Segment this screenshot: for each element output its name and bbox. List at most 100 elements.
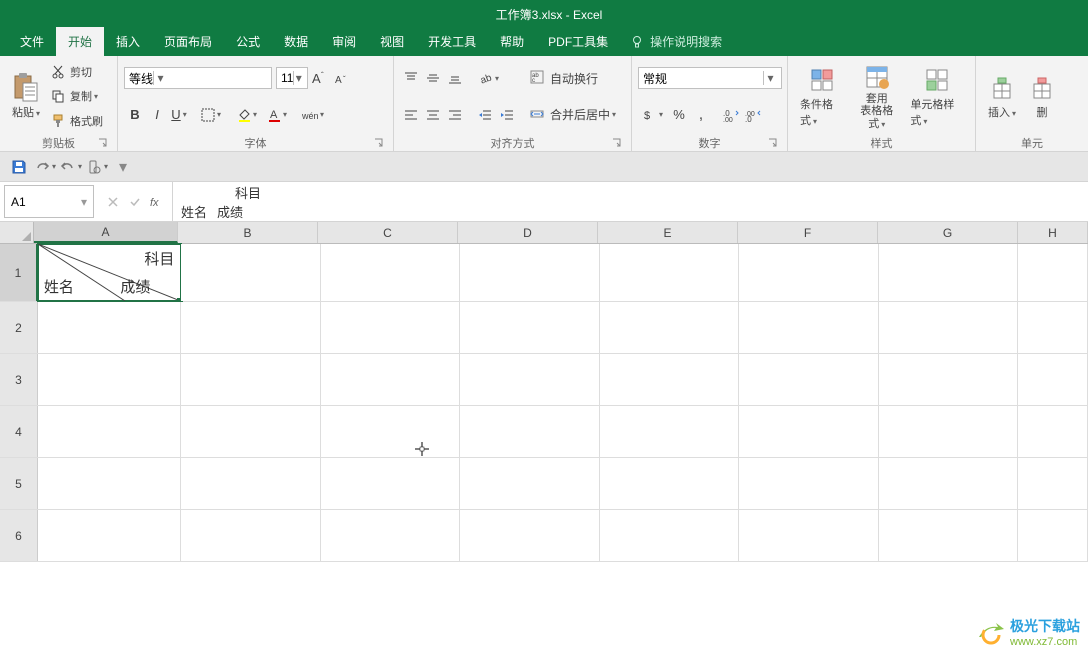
underline-button[interactable]: U▾ (168, 104, 190, 126)
cell-H3[interactable] (1018, 354, 1088, 405)
tab-file[interactable]: 文件 (8, 27, 56, 56)
align-middle-button[interactable] (422, 67, 444, 89)
copy-button[interactable]: 复制▾ (46, 85, 107, 107)
cell-D2[interactable] (460, 302, 599, 353)
cell-A2[interactable] (38, 302, 181, 353)
cell-G4[interactable] (879, 406, 1018, 457)
border-button[interactable]: ▾ (196, 104, 226, 126)
cell-F5[interactable] (739, 458, 878, 509)
number-format-combo[interactable]: 常规▾ (638, 67, 782, 89)
cell-F6[interactable] (739, 510, 878, 561)
tab-view[interactable]: 视图 (368, 27, 416, 56)
cell-G2[interactable] (879, 302, 1018, 353)
fill-color-button[interactable]: ▾ (232, 104, 262, 126)
touch-mode-button[interactable]: ▾ (84, 156, 110, 178)
cell-D1[interactable] (460, 244, 599, 301)
dialog-launcher-icon[interactable] (373, 137, 385, 149)
accounting-format-button[interactable]: $▾ (638, 104, 668, 126)
qat-customize-button[interactable]: ▾ (110, 156, 136, 178)
conditional-format-button[interactable]: 条件格式▾ (794, 60, 849, 133)
cell-E2[interactable] (600, 302, 739, 353)
dialog-launcher-icon[interactable] (767, 137, 779, 149)
column-header-A[interactable]: A (34, 222, 178, 243)
column-header-D[interactable]: D (458, 222, 598, 243)
cell-B5[interactable] (181, 458, 320, 509)
select-all-corner[interactable] (0, 222, 34, 243)
decrease-font-button[interactable]: Aˇ (330, 67, 352, 89)
decrease-indent-button[interactable] (474, 104, 496, 126)
cell-F3[interactable] (739, 354, 878, 405)
column-header-H[interactable]: H (1018, 222, 1088, 243)
paste-button[interactable]: 粘贴▾ (6, 60, 46, 133)
cell-E5[interactable] (600, 458, 739, 509)
phonetic-button[interactable]: wén▾ (298, 104, 328, 126)
cell-D4[interactable] (460, 406, 599, 457)
tell-me-search[interactable]: 操作说明搜索 (620, 27, 732, 56)
cell-F4[interactable] (739, 406, 878, 457)
align-left-button[interactable] (400, 104, 422, 126)
column-header-B[interactable]: B (178, 222, 318, 243)
cell-E4[interactable] (600, 406, 739, 457)
cell-A1[interactable]: 科目姓名成绩 (38, 244, 181, 301)
row-header-2[interactable]: 2 (0, 302, 38, 353)
cell-D3[interactable] (460, 354, 599, 405)
cell-E1[interactable] (600, 244, 739, 301)
increase-indent-button[interactable] (496, 104, 518, 126)
cell-D5[interactable] (460, 458, 599, 509)
cell-A4[interactable] (38, 406, 181, 457)
orientation-button[interactable]: ab▾ (474, 67, 504, 89)
cell-H4[interactable] (1018, 406, 1088, 457)
dialog-launcher-icon[interactable] (97, 137, 109, 149)
insert-cells-button[interactable]: 插入▾ (982, 60, 1022, 133)
row-header-5[interactable]: 5 (0, 458, 38, 509)
format-painter-button[interactable]: 格式刷 (46, 110, 107, 132)
tab-formulas[interactable]: 公式 (224, 27, 272, 56)
cell-G3[interactable] (879, 354, 1018, 405)
cell-B4[interactable] (181, 406, 320, 457)
cell-C2[interactable] (321, 302, 460, 353)
cell-D6[interactable] (460, 510, 599, 561)
cell-A3[interactable] (38, 354, 181, 405)
tab-help[interactable]: 帮助 (488, 27, 536, 56)
insert-function-button[interactable]: fx (146, 191, 168, 213)
decrease-decimal-button[interactable]: .00.0 (742, 104, 764, 126)
percent-button[interactable]: % (668, 104, 690, 126)
save-button[interactable] (6, 156, 32, 178)
cell-A6[interactable] (38, 510, 181, 561)
row-header-4[interactable]: 4 (0, 406, 38, 457)
cell-E6[interactable] (600, 510, 739, 561)
font-name-combo[interactable]: 等线▾ (124, 67, 272, 89)
cell-B1[interactable] (181, 244, 320, 301)
italic-button[interactable]: I (146, 104, 168, 126)
format-as-table-button[interactable]: 套用 表格格式▾ (849, 60, 904, 133)
align-right-button[interactable] (444, 104, 466, 126)
cell-H5[interactable] (1018, 458, 1088, 509)
cell-G1[interactable] (879, 244, 1018, 301)
cell-A5[interactable] (38, 458, 181, 509)
row-header-1[interactable]: 1 (0, 244, 38, 301)
row-header-6[interactable]: 6 (0, 510, 38, 561)
wrap-text-button[interactable]: abc自动换行 (524, 67, 622, 89)
tab-data[interactable]: 数据 (272, 27, 320, 56)
cell-C6[interactable] (321, 510, 460, 561)
name-box[interactable]: A1▾ (4, 185, 94, 218)
align-bottom-button[interactable] (444, 67, 466, 89)
align-top-button[interactable] (400, 67, 422, 89)
cell-G6[interactable] (879, 510, 1018, 561)
redo-button[interactable]: ▾ (32, 156, 58, 178)
column-header-G[interactable]: G (878, 222, 1018, 243)
merge-center-button[interactable]: 合并后居中▾ (524, 104, 622, 126)
cell-H2[interactable] (1018, 302, 1088, 353)
delete-cells-button[interactable]: 删 (1022, 60, 1062, 133)
column-header-F[interactable]: F (738, 222, 878, 243)
bold-button[interactable]: B (124, 104, 146, 126)
cut-button[interactable]: 剪切 (46, 61, 107, 83)
column-header-E[interactable]: E (598, 222, 738, 243)
cell-E3[interactable] (600, 354, 739, 405)
tab-home[interactable]: 开始 (56, 27, 104, 56)
cell-F2[interactable] (739, 302, 878, 353)
row-header-3[interactable]: 3 (0, 354, 38, 405)
font-color-button[interactable]: A▾ (262, 104, 292, 126)
dialog-launcher-icon[interactable] (611, 137, 623, 149)
cell-C4[interactable] (321, 406, 460, 457)
